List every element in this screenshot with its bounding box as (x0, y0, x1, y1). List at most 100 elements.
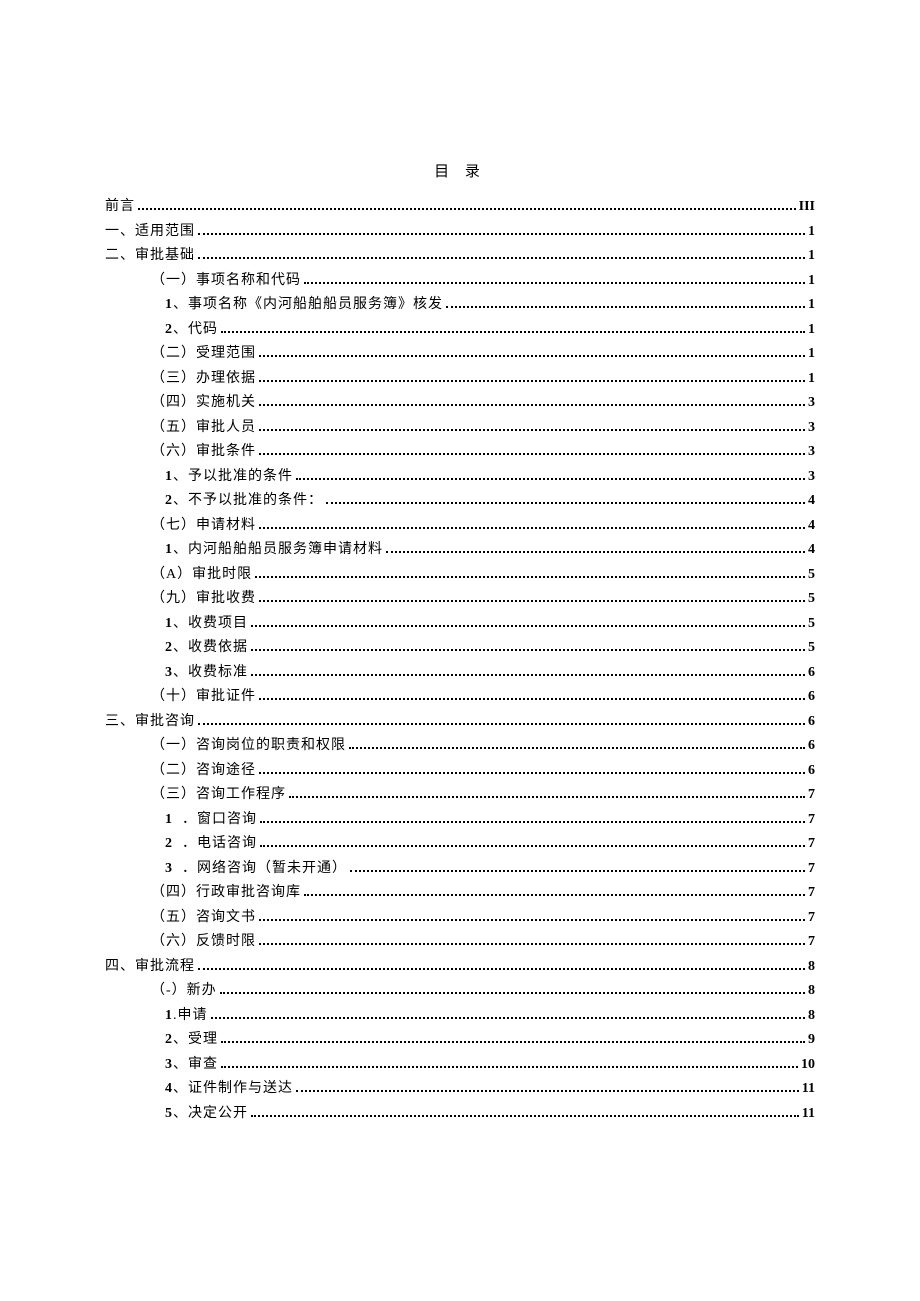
toc-entry: 前言 III (105, 195, 815, 220)
toc-entry-number: 5 (165, 1106, 173, 1121)
toc-entry-page: 7 (808, 783, 815, 808)
toc-entry-page: 10 (801, 1053, 815, 1078)
toc-entry-number: 1 (165, 469, 173, 484)
toc-entry-page: 5 (808, 612, 815, 637)
toc-entry: （十）审批证件6 (105, 685, 815, 710)
toc-entry-page: 7 (808, 832, 815, 857)
toc-entry-label: 前言 (105, 195, 135, 220)
toc-leader-dots (259, 396, 805, 406)
toc-entry-page: 1 (808, 342, 815, 367)
toc-entry-page: 6 (808, 661, 815, 686)
toc-entry-label: （二）受理范围 (151, 342, 256, 367)
toc-entry: （二）受理范围 1 (105, 342, 815, 367)
toc-entry-separator: 、 (173, 469, 188, 484)
toc-entry: （六）审批条件3 (105, 440, 815, 465)
toc-entry-label: 1、事项名称《内河船舶船员服务簿》核发 (165, 293, 443, 318)
toc-entry-page: 11 (802, 1077, 815, 1102)
toc-leader-dots (296, 469, 805, 479)
toc-entry-number: 1 (165, 542, 173, 557)
toc-entry-separator: 、 (173, 542, 188, 557)
toc-entry: 一、适用范围1 (105, 220, 815, 245)
toc-entry: 1 ．窗口咨询7 (105, 808, 815, 833)
toc-entry-page: 4 (808, 489, 815, 514)
toc-leader-dots (220, 984, 805, 994)
toc-entry-page: 3 (808, 416, 815, 441)
toc-entry-label: 1、内河船舶船员服务簿申请材料 (165, 538, 383, 563)
toc-entry-page: 9 (808, 1028, 815, 1053)
toc-entry: 3 ．网络咨询（暂未开通）7 (105, 857, 815, 882)
toc-entry-separator: ． (182, 861, 197, 876)
toc-entry: 1、事项名称《内河船舶船员服务簿》核发1 (105, 293, 815, 318)
toc-entry: 2、不予以批准的条件：4 (105, 489, 815, 514)
toc-entry-page: III (799, 195, 815, 220)
toc-leader-dots (251, 616, 805, 626)
toc-entry-page: 7 (808, 906, 815, 931)
toc-entry: 三、审批咨询6 (105, 710, 815, 735)
toc-entry-separator: ． (182, 812, 197, 827)
toc-entry-separator: 、 (173, 616, 188, 631)
toc-leader-dots (326, 494, 805, 504)
toc-entry-separator: 、 (173, 640, 188, 655)
toc-entry-label: 2 ．电话咨询 (165, 832, 257, 857)
toc-entry: 3、收费标准 6 (105, 661, 815, 686)
toc-entry-page: 3 (808, 440, 815, 465)
toc-entry-text: 事项名称《内河船舶船员服务簿》核发 (188, 297, 443, 312)
toc-entry-label: （一）咨询岗位的职责和权限 (151, 734, 346, 759)
toc-entry-number: 1 (165, 297, 173, 312)
toc-entry-page: 8 (808, 1004, 815, 1029)
toc-entry-label: （三）办理依据 (151, 367, 256, 392)
toc-leader-dots (251, 1106, 799, 1116)
toc-entry-page: 1 (808, 318, 815, 343)
toc-entry: （A）审批时限5 (105, 563, 815, 588)
toc-entry-label: （四）行政审批咨询库 (151, 881, 301, 906)
toc-entry-page: 11 (802, 1102, 815, 1127)
toc-entry-page: 8 (808, 955, 815, 980)
toc-leader-dots (289, 788, 805, 798)
toc-entry-label: 4、证件制作与送达 (165, 1077, 293, 1102)
toc-entry-number: 2 (165, 640, 173, 655)
toc-leader-dots (349, 739, 805, 749)
toc-entry-text: 收费标准 (188, 665, 248, 680)
toc-entry-label: （九）审批收费 (151, 587, 256, 612)
toc-entry-number: 2 (165, 322, 173, 337)
toc-entry-text: 窗口咨询 (197, 812, 257, 827)
toc-leader-dots (221, 322, 805, 332)
toc-entry-label: （五）咨询文书 (151, 906, 256, 931)
toc-entry-text: 受理 (188, 1032, 218, 1047)
toc-entry-text: 收费依据 (188, 640, 248, 655)
toc-leader-dots (259, 445, 805, 455)
toc-entry-page: 3 (808, 391, 815, 416)
toc-leader-dots (259, 592, 805, 602)
toc-entry-text: 代码 (188, 322, 218, 337)
toc-leader-dots (259, 518, 805, 528)
toc-entry-label: （七）申请材料 (151, 514, 256, 539)
toc-entry-page: 6 (808, 685, 815, 710)
toc-entry-page: 5 (808, 636, 815, 661)
toc-entry-label: 2、收费依据 (165, 636, 248, 661)
toc-entry-label: 1、收费项目 (165, 612, 248, 637)
toc-entry: （-）新办8 (105, 979, 815, 1004)
toc-entry-number: 3 (165, 1057, 173, 1072)
toc-entry-label: 3、收费标准 (165, 661, 248, 686)
toc-leader-dots (446, 298, 805, 308)
toc-entry-label: （A）审批时限 (151, 563, 252, 588)
toc-leader-dots (259, 371, 805, 381)
toc-entry: （四）实施机关3 (105, 391, 815, 416)
toc-leader-dots (304, 886, 805, 896)
toc-entry-page: 1 (808, 367, 815, 392)
toc-entry-separator: ． (182, 836, 197, 851)
toc-entry-label: 1.申请 (165, 1004, 208, 1029)
toc-entry-separator: 、 (173, 493, 188, 508)
toc-entry-page: 3 (808, 465, 815, 490)
toc-entry: 2、收费依据 5 (105, 636, 815, 661)
toc-entry-page: 6 (808, 734, 815, 759)
toc-entry-page: 4 (808, 538, 815, 563)
toc-entry-separator: 、 (173, 1081, 188, 1096)
toc-leader-dots (251, 641, 805, 651)
toc-entry-label: 二、审批基础 (105, 244, 195, 269)
toc-entry: 二、审批基础1 (105, 244, 815, 269)
toc-title: 目 录 (105, 160, 815, 181)
toc-leader-dots (251, 665, 805, 675)
toc-entry-number: 1 (165, 812, 173, 827)
toc-entry-page: 1 (808, 269, 815, 294)
